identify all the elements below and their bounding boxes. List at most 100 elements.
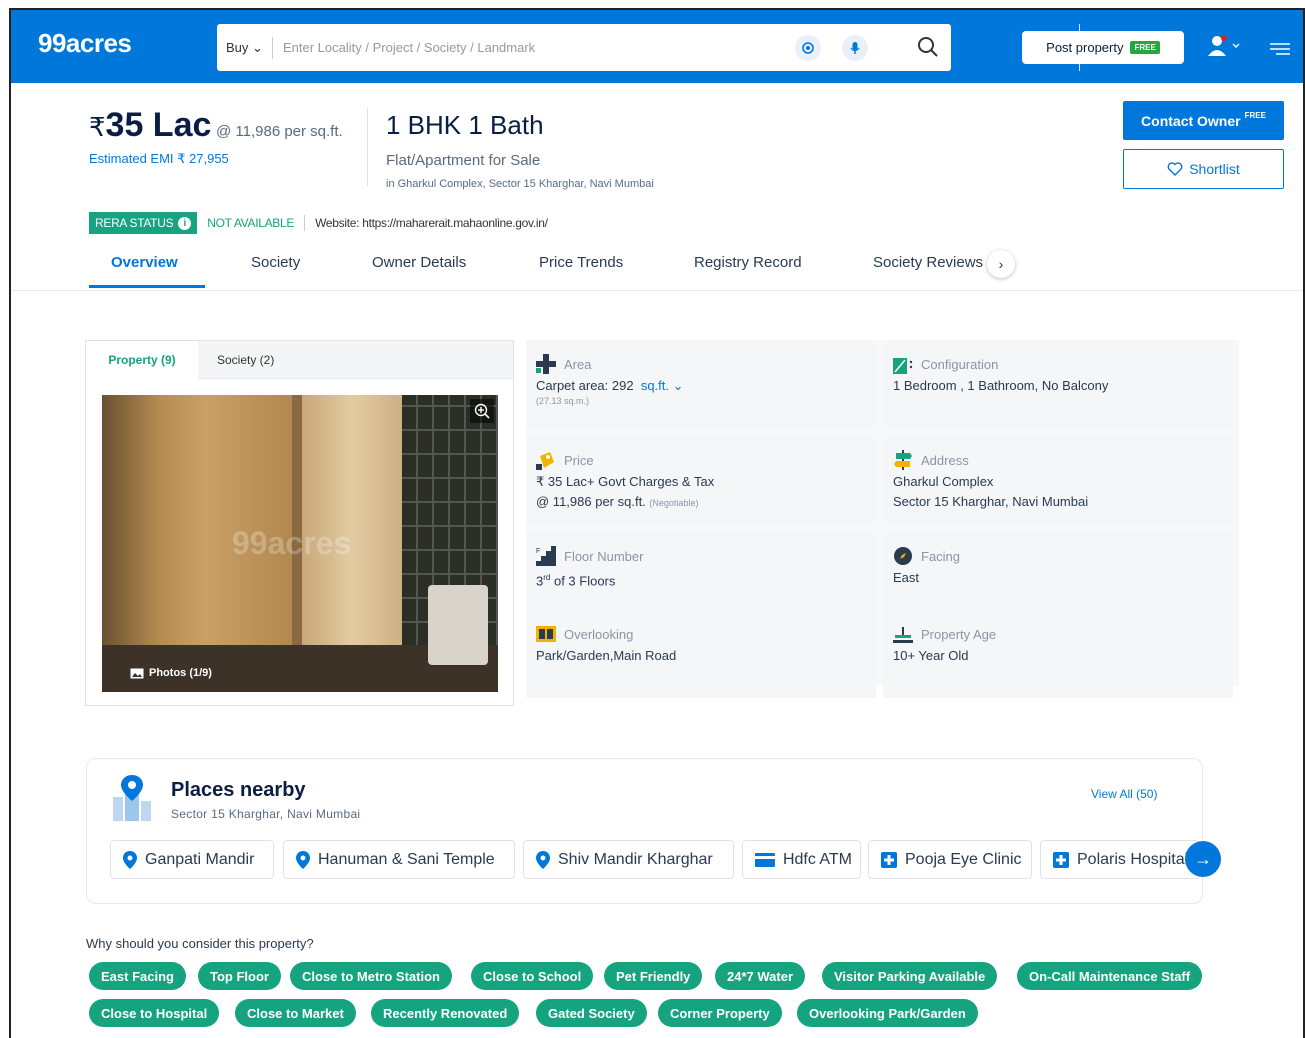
area-icon [536,354,556,374]
divider [367,108,368,186]
tab-owner-details[interactable]: Owner Details [372,254,466,271]
svg-text:F: F [536,548,540,555]
search-input[interactable] [283,34,783,60]
detail-value: Carpet area: 292 [536,378,634,393]
info-icon[interactable]: i [178,216,192,230]
detail-value-secondary: Sector 15 Kharghar, Navi Mumbai [893,494,1089,509]
buy-dropdown[interactable]: Buy ⌄ [226,40,263,56]
place-chip[interactable]: Shiv Mandir Kharghar [523,840,734,879]
atm-icon [755,852,775,867]
tab-registry-record[interactable]: Registry Record [694,254,802,271]
divider [11,290,1303,291]
address-icon [894,450,912,470]
tab-property-photos[interactable]: Property (9) [86,341,198,379]
price-per-sqft: @ 11,986 per sq.ft. [216,123,343,140]
chevron-down-icon: ⌄ [252,40,263,55]
configuration-icon [893,358,913,374]
area-sqm: (27.13 sq.m.) [536,396,590,406]
place-name: Polaris Hospital [1077,850,1189,868]
feature-tag: On-Call Maintenance Staff [1017,962,1203,990]
feature-tag: Overlooking Park/Garden [797,999,978,1027]
feature-tag: Visitor Parking Available [822,962,998,990]
places-nearby-title: Places nearby [171,779,306,801]
place-chip[interactable]: Ganpati Mandir [110,840,274,879]
property-title: 1 BHK 1 Bath [386,110,544,140]
tab-society-reviews[interactable]: Society Reviews [873,254,983,271]
place-chip[interactable]: Hdfc ATM [742,840,861,879]
place-name: Shiv Mandir Kharghar [558,850,713,868]
property-photo[interactable]: 99acres Photos (1/9) [102,395,498,692]
place-chip[interactable]: Polaris Hospital [1040,840,1200,879]
tab-price-trends[interactable]: Price Trends [539,254,623,271]
shortlist-button[interactable]: Shortlist [1123,149,1284,189]
tab-overview[interactable]: Overview [111,254,178,271]
search-button[interactable] [917,36,939,63]
rera-status-bar: RERA STATUS i NOT AVAILABLE Website: htt… [89,212,548,234]
site-logo[interactable]: 99acres [38,28,132,59]
contact-owner-label: Contact Owner [1141,112,1241,129]
property-location: in Gharkul Complex, Sector 15 Kharghar, … [386,178,654,190]
detail-label: Floor Number [564,548,644,564]
feature-tag: 24*7 Water [715,962,805,990]
location-target-button[interactable] [795,35,821,61]
feature-tag: Top Floor [198,962,281,990]
rupee-symbol: ₹ [89,112,106,142]
buy-label: Buy [226,40,249,55]
view-all-link[interactable]: View All (50) [1091,787,1157,801]
detail-value: ₹ 35 Lac+ Govt Charges & Tax [536,474,715,489]
detail-property-age: Property Age 10+ Year Old [883,610,1233,698]
compass-icon [894,547,912,565]
free-label: FREE [1244,111,1266,120]
detail-label: Price [564,452,594,468]
voice-search-button[interactable] [842,35,868,61]
post-property-button[interactable]: Post property FREE [1022,31,1184,64]
detail-value: 10+ Year Old [893,648,969,663]
user-icon [1208,35,1240,56]
why-consider-title: Why should you consider this property? [86,936,314,951]
city-pin-icon [109,775,155,828]
location-pin-icon [536,850,550,869]
detail-value: East [893,570,920,585]
place-name: Ganpati Mandir [145,850,255,868]
chevron-right-icon: › [998,256,1004,272]
detail-label: Facing [921,548,961,564]
hamburger-menu[interactable] [1270,42,1290,61]
area-unit-dropdown[interactable]: sq.ft. ⌄ [641,378,684,393]
places-next-button[interactable]: → [1185,841,1221,877]
place-name: Hdfc ATM [782,850,852,868]
estimated-emi-link[interactable]: Estimated EMI ₹ 27,955 [89,151,229,167]
tabs-next-button[interactable]: › [987,250,1015,278]
price-value: 35 Lac [105,106,212,144]
place-chip[interactable]: Hanuman & Sani Temple [283,840,515,879]
negotiable-note: (Negotiable) [649,498,699,508]
zoom-in-icon [474,403,490,419]
detail-address: Address Gharkul Complex Sector 15 Khargha… [883,436,1233,524]
place-chip[interactable]: Pooja Eye Clinic [868,840,1032,879]
detail-label: Configuration [921,356,999,372]
target-icon [802,42,814,54]
detail-label: Overlooking [564,626,634,642]
feature-tag: East Facing [89,962,186,990]
rera-website[interactable]: Website: https://maharerait.mahaonline.g… [315,216,548,230]
detail-label: Property Age [921,626,997,642]
feature-tag: Corner Property [658,999,782,1027]
rera-status-badge[interactable]: RERA STATUS i [89,212,198,234]
tab-society-photos[interactable]: Society (2) [217,341,274,379]
microphone-icon [850,42,860,54]
rera-status-label: RERA STATUS [95,216,174,230]
post-property-label: Post property [1046,40,1124,55]
photos-count[interactable]: Photos (1/9) [130,667,212,679]
property-details-grid: Area Carpet area: 292 sq.ft. ⌄ (27.13 sq… [526,340,1239,698]
rera-status-value: NOT AVAILABLE [207,216,295,230]
image-icon [130,668,144,678]
contact-owner-button[interactable]: Contact Owner FREE [1123,101,1284,140]
zoom-button[interactable] [470,399,494,423]
tab-society[interactable]: Society [251,254,300,271]
shortlist-label: Shortlist [1189,161,1240,177]
detail-value: 3rd of 3 Floors [536,573,616,589]
search-icon [918,37,938,57]
feature-tag: Close to School [471,962,594,990]
detail-area: Area Carpet area: 292 sq.ft. ⌄ (27.13 sq… [526,340,876,428]
place-name: Hanuman & Sani Temple [318,850,495,868]
user-menu[interactable] [1207,34,1243,63]
